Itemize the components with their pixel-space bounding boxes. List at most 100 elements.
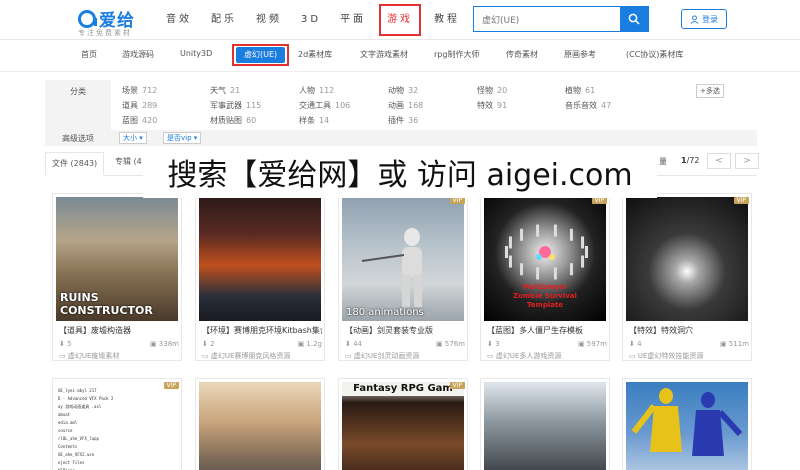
resource-stats: ⬇ 44 ▣ 576m (345, 340, 465, 348)
resource-title[interactable]: 【道具】废墟构造器 (59, 325, 179, 336)
file-list-line: UE_lyei-abyl 217 (58, 388, 97, 393)
filter-option-name: 动画 (388, 101, 404, 110)
resource-thumbnail[interactable]: RUINS CONSTRUCTOR (56, 197, 178, 321)
filter-option[interactable]: 动物 32 (388, 85, 418, 96)
resource-category[interactable]: ▭ 虚幻UE废墟素材 (59, 351, 179, 361)
resource-thumbnail[interactable] (626, 382, 748, 470)
filter-option[interactable]: 天气 21 (210, 85, 240, 96)
file-list-line: D - Advanced VFX Pack 2 (58, 396, 114, 401)
filter-option[interactable]: 怪物 20 (477, 85, 507, 96)
vip-badge: VIP (449, 382, 465, 389)
filter-option-name: 场景 (122, 86, 138, 95)
filter-option[interactable]: 道具 289 (122, 100, 157, 111)
filter-option[interactable]: 人物 112 (299, 85, 334, 96)
resource-card[interactable]: 180 animations VIP 【动画】剑灵套装专业版 ⬇ 44 ▣ 576m ▭ … (338, 193, 468, 361)
vip-dropdown[interactable]: 是否vip ▾ (163, 132, 202, 144)
filter-option[interactable]: 样条 14 (299, 115, 329, 126)
resource-thumbnail[interactable]: Fantasy RPG Gam (342, 382, 464, 470)
subnav-item-4[interactable]: 2d素材库 (298, 49, 332, 60)
filter-option[interactable]: 场景 712 (122, 85, 157, 96)
nav-item-4[interactable]: 平面 (334, 0, 372, 40)
filter-option[interactable]: 蓝图 420 (122, 115, 157, 126)
subnav-item-6[interactable]: rpg制作大师 (434, 49, 479, 60)
resource-card[interactable] (480, 378, 610, 470)
resource-thumbnail[interactable] (626, 197, 748, 321)
search-input[interactable] (474, 7, 620, 31)
filter-option-name: 植物 (565, 86, 581, 95)
filter-option[interactable]: 材质贴图 60 (210, 115, 256, 126)
resource-title[interactable]: 【特效】特效洞穴 (629, 325, 749, 336)
resource-stats: ⬇ 3 ▣ 597m (487, 340, 607, 348)
file-list-line: edia.aml (58, 420, 78, 425)
resource-title[interactable]: 【环境】赛博朋克环境Kitbash集合 (202, 325, 322, 336)
resource-title[interactable]: 【蓝图】多人僵尸生存模板 (487, 325, 607, 336)
prev-page-button[interactable]: < (707, 153, 731, 169)
filter-option[interactable]: 军事武器 115 (210, 100, 261, 111)
resource-category[interactable]: ▭ 虚幻UE剑灵动画资源 (345, 351, 465, 361)
filter-option[interactable]: 插件 36 (388, 115, 418, 126)
thumbnail-overlay-text: Multiplayer Zombie Survival Template (513, 283, 577, 309)
subnav-item-8[interactable]: 原画参考 (564, 49, 596, 60)
nav-item-6[interactable]: 教程 (428, 0, 466, 40)
filter-option-name: 人物 (299, 86, 315, 95)
size-dropdown[interactable]: 大小 ▾ (119, 132, 147, 144)
resource-category[interactable]: ▭ 虚幻UE多人游戏资源 (487, 351, 607, 361)
resource-thumbnail[interactable]: 180 animations (342, 197, 464, 321)
filter-option-count: 47 (601, 101, 612, 110)
filter-option-count: 289 (142, 101, 158, 110)
resource-card[interactable]: RUINS CONSTRUCTOR 【道具】废墟构造器 ⬇ 5 ▣ 338m ▭ 虚幻U… (52, 193, 182, 361)
nav-item-1[interactable]: 配乐 (205, 0, 243, 40)
resource-category[interactable]: ▭ UE虚幻特效技能资源 (629, 351, 749, 361)
download-count: ⬇ 4 (629, 340, 642, 348)
file-size: ▣ 338m (149, 340, 179, 348)
nav-item-3[interactable]: 3D (295, 0, 327, 40)
resource-thumbnail[interactable]: UE_lyei-abyl 217 D - Advanced VFX Pack 2 a… (56, 382, 178, 470)
subnav-item-7[interactable]: 传奇素材 (506, 49, 538, 60)
filter-option[interactable]: 动画 168 (388, 100, 423, 111)
filter-option-count: 61 (585, 86, 596, 95)
multi-select-button[interactable]: +多选 (696, 84, 724, 98)
file-size: ▣ 511m (719, 340, 749, 348)
subnav-item-0[interactable]: 首页 (81, 49, 97, 60)
filter-option-name: 怪物 (477, 86, 493, 95)
resource-card[interactable]: 【环境】赛博朋克环境Kitbash集合 ⬇ 2 ▣ 1.2g ▭ 虚幻UE赛博朋克风格… (195, 193, 325, 361)
nav-item-0[interactable]: 音效 (160, 0, 198, 40)
resource-category[interactable]: ▭ 虚幻UE赛博朋克风格资源 (202, 351, 322, 361)
resource-card[interactable]: UE_lyei-abyl 217 D - Advanced VFX Pack 2 a… (52, 378, 182, 470)
resource-thumbnail[interactable] (199, 382, 321, 470)
filter-option-name: 交通工具 (299, 101, 331, 110)
filter-option[interactable]: 音乐音效 47 (565, 100, 611, 111)
resource-thumbnail[interactable]: Multiplayer Zombie Survival Template (484, 197, 606, 321)
download-count: ⬇ 5 (59, 340, 72, 348)
filter-option[interactable]: 特效 91 (477, 100, 507, 111)
logo-icon (78, 9, 97, 28)
filter-option-name: 天气 (210, 86, 226, 95)
nav-item-2[interactable]: 视频 (250, 0, 288, 40)
resource-card[interactable] (195, 378, 325, 470)
subnav-item-1[interactable]: 游戏源码 (122, 49, 154, 60)
filter-option[interactable]: 植物 61 (565, 85, 595, 96)
resource-thumbnail[interactable] (484, 382, 606, 470)
resource-card[interactable]: Multiplayer Zombie Survival Template VIP 【… (480, 193, 610, 361)
login-label: 登录 (702, 14, 718, 24)
resource-title[interactable]: 【动画】剑灵套装专业版 (345, 325, 465, 336)
resource-card[interactable]: VIP 【特效】特效洞穴 ⬇ 4 ▣ 511m ▭ UE虚幻特效技能资源 (622, 193, 752, 361)
resource-thumbnail[interactable] (199, 197, 321, 321)
login-button[interactable]: 登录 (681, 9, 727, 29)
tab-albums[interactable]: 专辑 (4 (115, 156, 142, 167)
subnav-item-5[interactable]: 文字游戏素材 (360, 49, 408, 60)
character-models-image (631, 388, 743, 456)
subnav-item-3[interactable]: 虚幻(UE) (232, 44, 290, 66)
filter-label: 分类 (45, 80, 111, 130)
resource-card[interactable] (622, 378, 752, 470)
resource-card[interactable]: Fantasy RPG Gam VIP (338, 378, 468, 470)
subnav-item-2[interactable]: Unity3D (180, 49, 212, 58)
nav-item-5[interactable]: 游戏 (379, 4, 422, 36)
tab-files[interactable]: 文件 (2843) (45, 152, 105, 176)
filter-option[interactable]: 交通工具 106 (299, 100, 350, 111)
filter-option-name: 特效 (477, 101, 493, 110)
search-button[interactable] (620, 7, 648, 31)
next-page-button[interactable]: > (735, 153, 759, 169)
subnav-item-9[interactable]: (CC协议)素材库 (626, 49, 683, 60)
filter-option-count: 60 (246, 116, 257, 125)
